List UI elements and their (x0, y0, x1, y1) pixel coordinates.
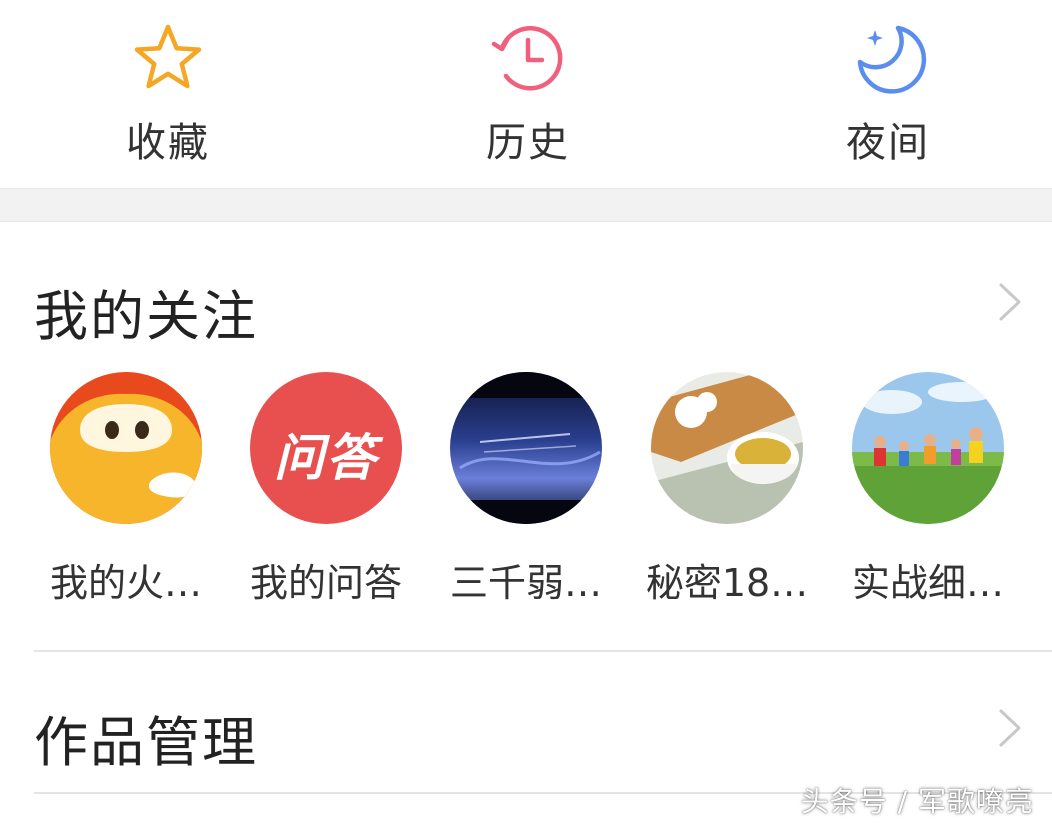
tea-cup-avatar (651, 372, 803, 524)
follow-name: 实战细… (851, 561, 1004, 605)
fire-mascot-avatar (50, 372, 202, 524)
follow-name: 三千弱… (449, 561, 602, 605)
night-mode-button[interactable]: 夜间 (788, 18, 988, 178)
favorites-button[interactable]: 收藏 (68, 18, 268, 178)
chevron-right-icon (999, 283, 1021, 321)
my-follows-row[interactable]: 我的关注 (0, 244, 1052, 354)
night-sky-avatar (450, 372, 602, 524)
works-management-title: 作品管理 (34, 711, 258, 774)
qa-logo-avatar: 问答 (250, 372, 402, 524)
history-label: 历史 (486, 120, 570, 166)
moon-icon (857, 25, 927, 94)
follow-item[interactable]: 秘密18… (627, 372, 827, 607)
follow-name: 秘密18… (645, 561, 809, 605)
watermark-text: 头条号 / 军歌嘹亮 (800, 785, 1034, 818)
works-management-row[interactable]: 作品管理 (0, 670, 1052, 780)
chevron-right-icon (999, 709, 1021, 747)
follow-item[interactable]: 三千弱… (426, 372, 626, 607)
night-mode-label: 夜间 (846, 120, 930, 166)
follow-item[interactable]: 实战细… (828, 372, 1028, 607)
follow-name: 我的问答 (249, 561, 402, 605)
history-button[interactable]: 历史 (428, 18, 628, 178)
follow-item[interactable]: 我的火… (26, 372, 226, 607)
history-clock-icon (491, 26, 563, 91)
section-separator-band (0, 188, 1052, 222)
follow-item[interactable]: 问答 我的问答 (226, 372, 426, 607)
divider (34, 650, 1052, 652)
follow-name: 我的火… (49, 561, 202, 605)
kids-meadow-avatar (852, 372, 1004, 524)
star-icon (134, 24, 202, 89)
my-follows-title: 我的关注 (34, 285, 258, 348)
qa-logo-text: 问答 (274, 429, 378, 487)
quick-action-bar: 收藏 历史 夜间 (0, 0, 1052, 188)
favorites-label: 收藏 (126, 120, 210, 166)
follow-list: 我的火… 问答 我的问答 三千弱… 秘密18… 实战细… (0, 372, 1052, 612)
